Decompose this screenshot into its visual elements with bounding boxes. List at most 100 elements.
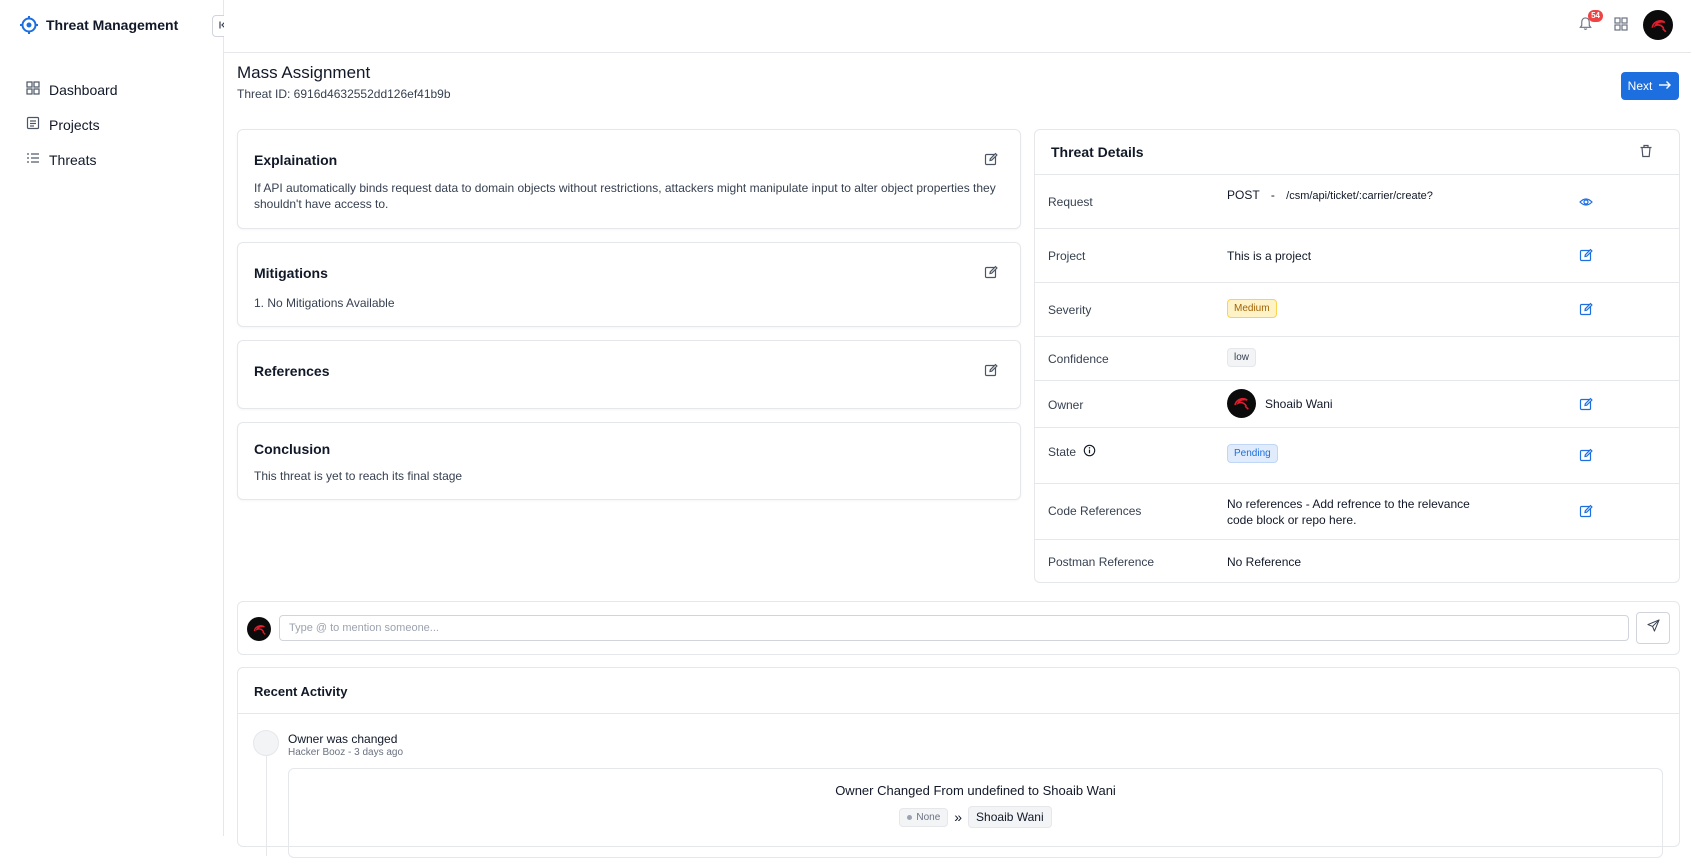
brand-logo-icon: [20, 16, 38, 34]
request-label: Request: [1048, 195, 1093, 209]
notification-badge: 54: [1588, 10, 1603, 22]
code-references-value: No references - Add refrence to the rele…: [1227, 497, 1470, 527]
grid-icon: [1614, 16, 1628, 36]
projects-icon: [26, 116, 40, 133]
activity-title: Owner was changed: [288, 732, 398, 746]
activity-change-pills: None » Shoaib Wani: [289, 806, 1662, 828]
explanation-title: Explaination: [254, 152, 338, 168]
code-references-label: Code References: [1048, 504, 1142, 518]
edit-code-references-button[interactable]: [1579, 504, 1593, 518]
sidebar-item-label: Projects: [49, 116, 100, 133]
detail-row-code-references: Code References No references - Add refr…: [1035, 484, 1679, 540]
mitigations-title: Mitigations: [254, 265, 328, 281]
request-method: POST: [1227, 188, 1260, 202]
activity-detail-box: Owner Changed From undefined to Shoaib W…: [288, 768, 1663, 858]
detail-row-request: Request POST - /csm/api/ticket/:carrier/…: [1035, 175, 1679, 229]
from-value-pill: None: [899, 807, 949, 827]
sidebar-item-threats[interactable]: Threats: [16, 142, 208, 177]
info-icon[interactable]: [1083, 444, 1096, 460]
sidebar-item-projects[interactable]: Projects: [16, 107, 208, 142]
mitigations-card: Mitigations 1. No Mitigations Available: [237, 242, 1021, 327]
sidebar-item-label: Threats: [49, 151, 97, 168]
status-dot-icon: [907, 814, 913, 820]
severity-label: Severity: [1048, 303, 1092, 317]
project-value: This is a project: [1227, 249, 1312, 263]
conclusion-card: Conclusion This threat is yet to reach i…: [237, 422, 1021, 500]
activity-meta: Hacker Booz - 3 days ago: [288, 747, 404, 758]
dashboard-icon: [26, 81, 40, 98]
page-title: Mass Assignment: [237, 63, 371, 82]
from-value: None: [916, 811, 941, 823]
app-title: Threat Management: [46, 17, 179, 33]
threat-details-card: Threat Details Request POST - /csm/api/t…: [1034, 129, 1680, 583]
threat-id: Threat ID: 6916d4632552dd126ef41b9b: [237, 87, 451, 101]
user-avatar[interactable]: [1643, 10, 1673, 40]
edit-mitigations-button[interactable]: [984, 265, 998, 279]
send-comment-button[interactable]: [1636, 612, 1670, 644]
conclusion-title: Conclusion: [254, 441, 331, 457]
comment-input[interactable]: Type @ to mention someone...: [279, 615, 1629, 641]
top-bar: 54: [224, 0, 1691, 53]
commenter-avatar: [247, 617, 271, 641]
postman-value: No Reference: [1227, 555, 1302, 569]
mitigations-body: 1. No Mitigations Available: [254, 296, 395, 310]
confidence-badge: low: [1227, 348, 1257, 367]
view-request-button[interactable]: [1579, 195, 1593, 209]
owner-name: Shoaib Wani: [1265, 396, 1333, 411]
project-label: Project: [1048, 249, 1086, 263]
delete-threat-button[interactable]: [1639, 144, 1653, 163]
activity-avatar: [253, 730, 279, 756]
threat-details-header: Threat Details: [1035, 130, 1679, 175]
edit-project-button[interactable]: [1579, 248, 1593, 262]
sidebar-item-label: Dashboard: [49, 81, 118, 98]
confidence-label: Confidence: [1048, 352, 1109, 366]
edit-explanation-button[interactable]: [984, 152, 998, 166]
trash-icon: [1639, 144, 1653, 162]
activity-timeline-line: [266, 756, 267, 856]
edit-references-button[interactable]: [984, 363, 998, 377]
state-label-wrap: State: [1048, 444, 1096, 460]
state-label: State: [1048, 445, 1077, 459]
detail-row-owner: Owner Shoaib Wani: [1035, 381, 1679, 428]
request-value: POST - /csm/api/ticket/:carrier/create?: [1227, 188, 1433, 202]
state-badge: Pending: [1227, 444, 1278, 463]
recent-activity-card: Recent Activity Owner was changed Hacker…: [237, 667, 1680, 858]
request-path: /csm/api/ticket/:carrier/create?: [1286, 190, 1433, 202]
request-separator: -: [1270, 188, 1275, 202]
conclusion-body: This threat is yet to reach its final st…: [254, 469, 463, 483]
owner-avatar: [1227, 389, 1256, 418]
explanation-body: If API automatically binds request data …: [254, 181, 996, 211]
detail-row-postman: Postman Reference No Reference: [1035, 540, 1679, 584]
detail-row-state: State Pending: [1035, 428, 1679, 484]
owner-label: Owner: [1048, 398, 1084, 412]
comment-box: Type @ to mention someone...: [237, 601, 1680, 655]
postman-label: Postman Reference: [1048, 555, 1155, 569]
edit-state-button[interactable]: [1579, 448, 1593, 462]
severity-badge: Medium: [1227, 299, 1277, 318]
sidebar-item-dashboard[interactable]: Dashboard: [16, 72, 208, 107]
threats-icon: [26, 151, 40, 168]
explanation-card: Explaination If API automatically binds …: [237, 129, 1021, 229]
edit-severity-button[interactable]: [1579, 302, 1593, 316]
recent-activity-header: Recent Activity: [238, 668, 1679, 714]
brand[interactable]: Threat Management: [20, 16, 178, 34]
detail-row-confidence: Confidence low: [1035, 337, 1679, 381]
references-title: References: [254, 363, 330, 379]
detail-row-severity: Severity Medium: [1035, 283, 1679, 337]
edit-owner-button[interactable]: [1579, 397, 1593, 411]
next-button[interactable]: Next: [1621, 72, 1679, 100]
notifications-button[interactable]: 54: [1573, 10, 1603, 38]
to-value-pill: Shoaib Wani: [968, 806, 1052, 828]
recent-activity-title: Recent Activity: [254, 684, 348, 699]
owner-value: Shoaib Wani: [1227, 389, 1333, 418]
detail-row-project: Project This is a project: [1035, 229, 1679, 283]
send-icon: [1646, 619, 1660, 637]
sidebar: Threat Management Dashboard Projects Thr…: [0, 0, 224, 836]
sidebar-nav: Dashboard Projects Threats: [16, 72, 208, 177]
eye-icon: [1579, 198, 1593, 212]
next-button-label: Next: [1627, 79, 1653, 93]
apps-button[interactable]: [1609, 14, 1633, 38]
arrow-icon: »: [954, 809, 963, 825]
references-card: References: [237, 340, 1021, 409]
activity-change-text: Owner Changed From undefined to Shoaib W…: [835, 783, 1116, 798]
